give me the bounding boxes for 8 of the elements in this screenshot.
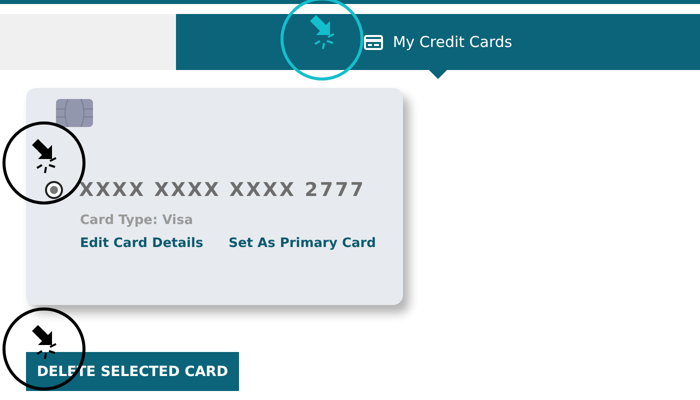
chip-icon — [56, 99, 93, 127]
card-link[interactable]: Edit Card Details — [80, 236, 204, 251]
credit-card-icon — [364, 34, 383, 50]
card-link[interactable]: Set As Primary Card — [228, 236, 376, 251]
card-number: XXXX XXXX XXXX 2777 — [79, 179, 366, 201]
radio-button[interactable] — [45, 181, 63, 199]
card-type: Card Type: Visa — [80, 213, 194, 228]
delete-button[interactable]: DELETE SELECTED CARD — [26, 352, 239, 391]
